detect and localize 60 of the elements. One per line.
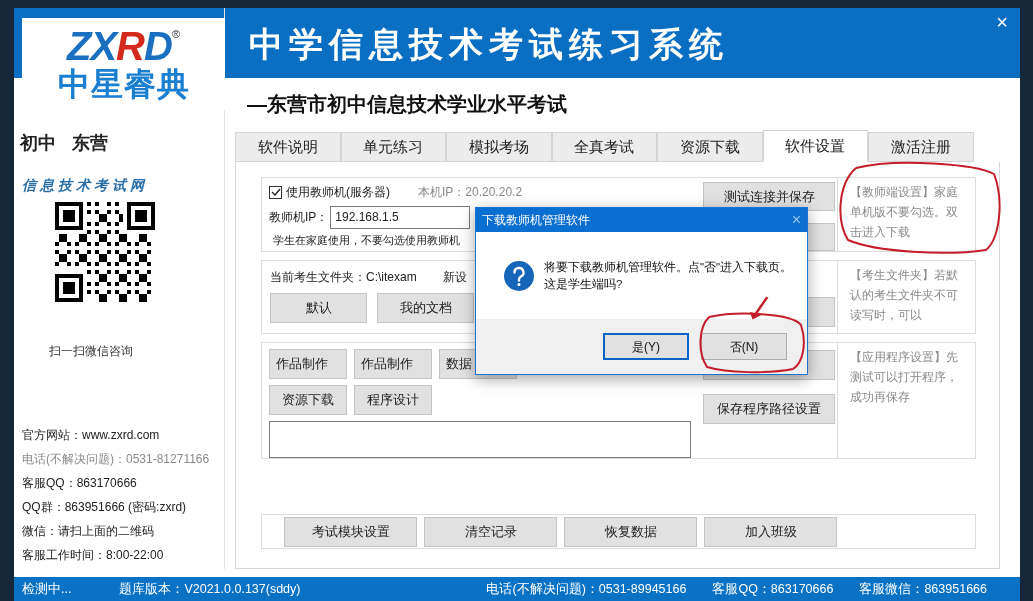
logo-letter: D (144, 26, 172, 66)
tab[interactable]: 模拟考场 (446, 132, 552, 162)
registered-mark: ® (171, 27, 180, 40)
window-subtitle: —东营市初中信息技术学业水平考试 (247, 92, 567, 117)
app-button[interactable]: 作品制作 (354, 349, 432, 379)
contact-info: 官方网站：www.zxrd.com (22, 427, 161, 444)
contact-info: 客服QQ：863170666 (22, 475, 138, 492)
settings-button[interactable]: 测试连接并保存 (703, 182, 835, 211)
app-button[interactable]: 作品制作 (269, 349, 347, 379)
folder-button[interactable]: 默认 (270, 293, 367, 323)
tab[interactable]: 软件说明 (235, 132, 341, 162)
note-text: 【考生文件夹】若默认的考生文件夹不可读写时，可以 (850, 267, 959, 324)
note-text: 【教师端设置】家庭单机版不要勾选。双击进入下载 (850, 184, 959, 241)
note-text: 【应用程序设置】先测试可以打开程序，成功再保存 (850, 349, 959, 406)
site-name: 信息技术考试网 (22, 176, 149, 195)
action-button[interactable]: 考试模块设置 (284, 516, 417, 547)
dialog-title: 下载教师机管理软件 (482, 212, 590, 229)
action-button[interactable]: 加入班级 (704, 516, 837, 547)
checkbox[interactable] (269, 185, 282, 199)
tab[interactable]: 全真考试 (551, 132, 657, 162)
status-text: 客服微信：863951666 (859, 580, 987, 598)
question-icon (504, 260, 534, 291)
qr-caption: 扫一扫微信咨询 (49, 343, 134, 360)
status-text: 客服QQ：863170666 (712, 580, 834, 598)
logo-letter: Z (67, 26, 91, 66)
annotation-arrow (748, 296, 770, 320)
tab[interactable]: 激活注册 (868, 132, 974, 162)
folder-button[interactable]: 我的文档 (377, 293, 474, 323)
checkbox-label: 使用教师机(服务器) (286, 184, 390, 201)
status-text: 电话(不解决问题)：0531-89945166 (486, 580, 687, 598)
action-button[interactable]: 清空记录 (424, 516, 557, 547)
contact-info: 电话(不解决问题)：0531-81271166 (22, 451, 211, 468)
contact-info: QQ群：863951666 (密码:zxrd) (22, 499, 188, 516)
ip-field[interactable]: 192.168.1.5 (330, 205, 471, 229)
action-button[interactable]: 恢复数据 (564, 516, 697, 547)
dialog-button[interactable]: 否(N) (701, 333, 787, 360)
window-title: 中学信息技术考试练习系统 (249, 24, 729, 65)
dialog-message: 将要下载教师机管理软件。点"否"进入下载页。这是学生端吗? (544, 259, 794, 292)
region-name: 东营 (72, 132, 108, 155)
contact-info: 微信：请扫上面的二维码 (22, 523, 155, 540)
folder-path: 当前考生文件夹：C:\itexam (270, 269, 417, 286)
tab[interactable]: 软件设置 (762, 130, 868, 162)
hint-text: 学生在家庭使用，不要勾选使用教师机 (273, 233, 461, 248)
tab[interactable]: 资源下载 (657, 132, 763, 162)
app-button[interactable]: 资源下载 (269, 385, 347, 415)
tab[interactable]: 单元练习 (340, 132, 446, 162)
logo-chinese: 中星睿典 (57, 66, 190, 102)
field-label: 教师机IP： (269, 209, 329, 226)
new-setting-label: 新设 (442, 269, 467, 286)
school-level: 初中 (20, 132, 56, 155)
status-text: 检测中... (22, 580, 72, 598)
check-icon (270, 187, 281, 197)
contact-info: 客服工作时间：8:00-22:00 (22, 547, 165, 564)
close-button[interactable]: × (990, 10, 1014, 34)
app-button[interactable]: 程序设计 (354, 385, 432, 415)
path-text-area[interactable] (269, 421, 691, 458)
local-ip: 本机IP：20.20.20.2 (418, 184, 523, 201)
status-text: 题库版本：V2021.0.0.137(sddy) (119, 580, 301, 598)
dialog-button[interactable]: 是(Y) (603, 333, 689, 360)
save-path-button[interactable]: 保存程序路径设置 (703, 394, 835, 424)
